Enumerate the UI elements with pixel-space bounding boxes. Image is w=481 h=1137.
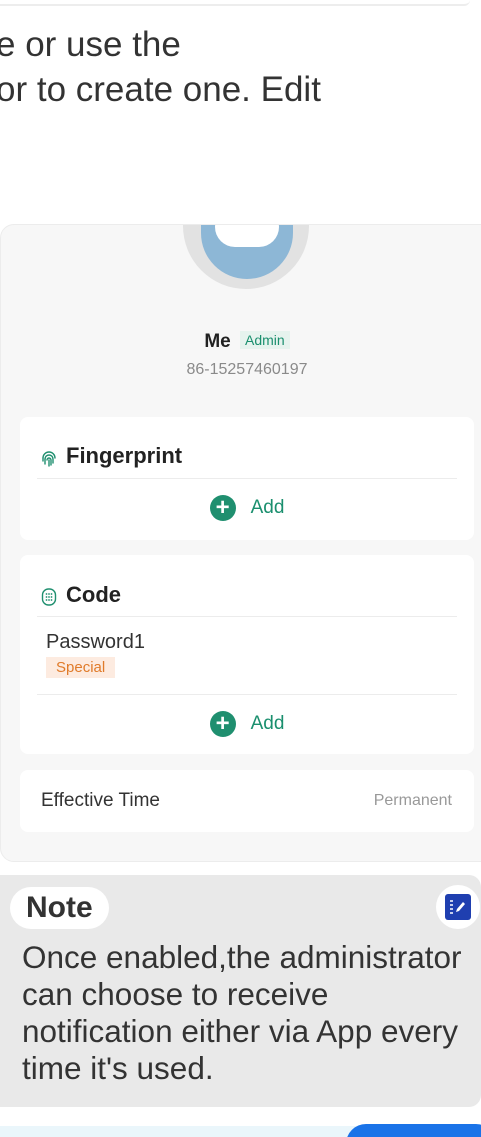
user-name-line: Me Admin <box>1 331 481 353</box>
fingerprint-title-label: Fingerprint <box>66 443 183 468</box>
user-name: Me <box>204 331 231 352</box>
keypad-icon <box>40 586 58 606</box>
plus-icon: + <box>209 495 236 521</box>
code-divider-top <box>37 616 457 617</box>
password-type-badge: Special <box>46 657 116 678</box>
fingerprint-icon <box>40 447 58 467</box>
note-label: Note <box>10 887 109 929</box>
user-phone: 86-15257460197 <box>186 361 308 378</box>
code-add-label: Add <box>250 713 285 734</box>
code-card: Code Password1 Special + Add <box>20 555 474 754</box>
fingerprint-divider <box>37 478 457 479</box>
role-badge: Admin <box>240 331 290 349</box>
note-panel: Note Once enabled,the administrator can … <box>0 875 481 1107</box>
edit-icon <box>445 894 471 920</box>
note-text: Once enabled,the administrator can choos… <box>22 939 462 1086</box>
code-title-label: Code <box>66 582 121 607</box>
edit-button[interactable] <box>436 885 480 929</box>
primary-action-button[interactable] <box>346 1124 481 1137</box>
top-card-edge <box>0 0 470 6</box>
fingerprint-add-button[interactable]: + Add <box>20 495 474 521</box>
avatar-body-shape <box>215 225 279 247</box>
password-entry-name[interactable]: Password1 <box>46 631 145 654</box>
effective-time-value: Permanent <box>373 792 452 809</box>
intro-line-1: e or use the <box>0 25 181 64</box>
code-divider-bottom <box>37 694 457 695</box>
fingerprint-add-label: Add <box>250 497 285 518</box>
plus-icon: + <box>209 711 236 737</box>
code-title: Code <box>40 582 121 608</box>
intro-line-2: or to create one. Edit <box>0 70 321 109</box>
user-preview-card: Me Admin 86-15257460197 Fingerprint + Ad… <box>0 224 481 862</box>
intro-text: e or use the or to create one. Edit <box>0 22 321 112</box>
effective-time-row[interactable]: Effective Time Permanent <box>20 770 474 832</box>
fingerprint-card: Fingerprint + Add <box>20 417 474 540</box>
fingerprint-title: Fingerprint <box>40 443 182 469</box>
effective-time-label: Effective Time <box>41 790 160 811</box>
code-add-button[interactable]: + Add <box>20 711 474 737</box>
